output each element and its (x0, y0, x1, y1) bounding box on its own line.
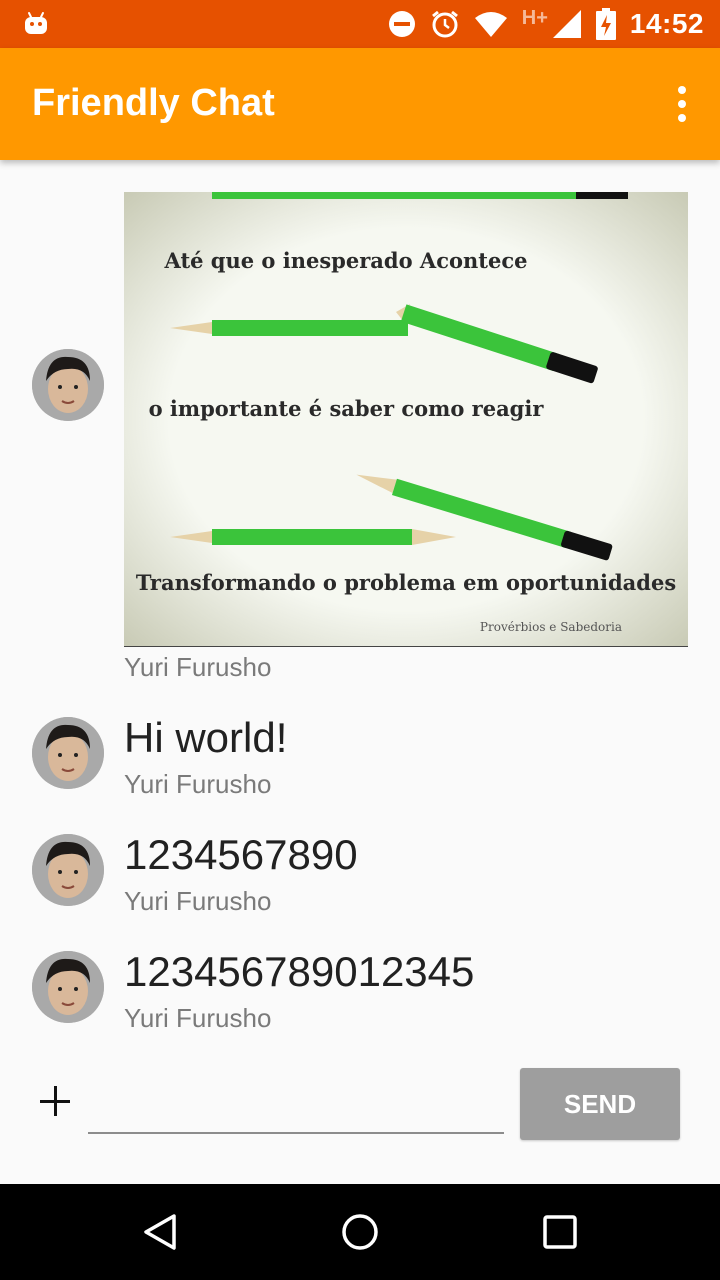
status-bar: H+ 14:52 (0, 0, 720, 48)
user-face-icon (32, 951, 104, 1023)
back-icon[interactable] (140, 1212, 180, 1252)
message-sender: Yuri Furusho (124, 886, 272, 916)
message-sender: Yuri Furusho (124, 1003, 272, 1033)
plus-icon[interactable] (40, 1086, 72, 1118)
avatar (32, 717, 104, 789)
message-sender: Yuri Furusho (124, 652, 272, 682)
avatar (32, 834, 104, 906)
overflow-menu-icon[interactable] (676, 86, 688, 122)
app-bar: Friendly Chat (0, 48, 720, 160)
android-debug-icon (25, 12, 47, 34)
message-text: 123456789012345 (124, 948, 475, 995)
alarm-icon (431, 10, 458, 38)
clock: 14:52 (629, 8, 704, 39)
message-sender: Yuri Furusho (124, 769, 272, 799)
battery-charging-icon (595, 8, 616, 40)
message-text: Hi world! (124, 714, 288, 761)
network-type-label: H+ (521, 6, 548, 29)
screen: H+ 14:52 Friendly Chat Até que o inesper… (0, 0, 720, 1280)
navigation-bar (0, 1184, 720, 1280)
status-icons: H+ 14:52 (388, 0, 704, 48)
user-face-icon (32, 717, 104, 789)
image-text-line1: Até que o inesperado Acontece (164, 248, 528, 273)
send-button[interactable]: SEND (520, 1068, 680, 1140)
home-icon[interactable] (340, 1212, 380, 1252)
app-title: Friendly Chat (32, 82, 275, 124)
image-credit: Provérbios e Sabedoria (480, 620, 622, 634)
avatar (32, 349, 104, 421)
message-image[interactable]: Até que o inesperado Acontece o importan… (124, 192, 688, 647)
pencil-image: Até que o inesperado Acontece o importan… (124, 192, 688, 646)
recents-icon[interactable] (540, 1212, 580, 1252)
user-face-icon (32, 349, 104, 421)
message-text: 1234567890 (124, 831, 358, 878)
wifi-icon (474, 12, 507, 37)
message-input[interactable] (88, 1068, 504, 1134)
user-face-icon (32, 834, 104, 906)
dnd-icon (388, 11, 415, 37)
image-text-line3: Transformando o problema em oportunidade… (136, 570, 676, 595)
avatar (32, 951, 104, 1023)
signal-icon (552, 10, 581, 38)
image-text-line2: o importante é saber como reagir (149, 396, 545, 421)
